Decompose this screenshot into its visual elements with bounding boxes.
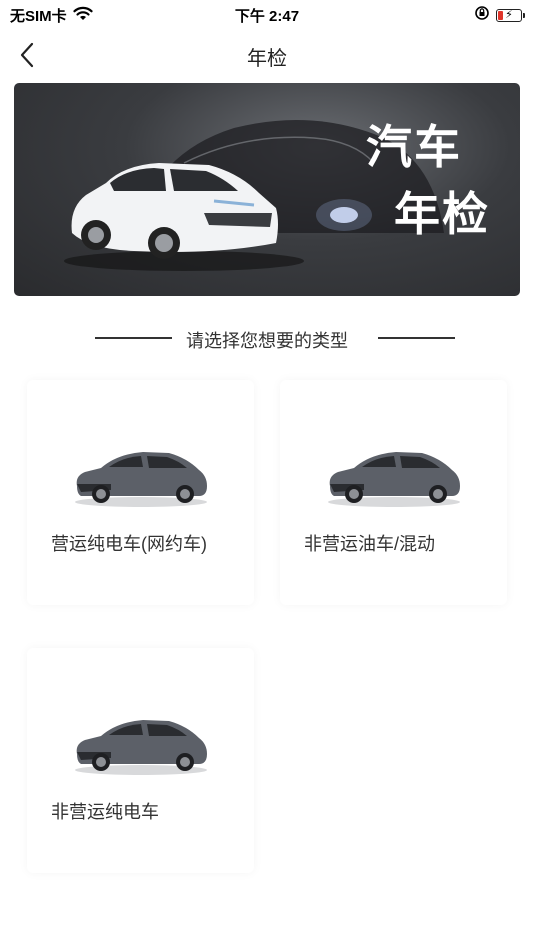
page-title: 年检 xyxy=(247,48,287,70)
type-select-header: 请选择您想要的类型 xyxy=(0,325,534,351)
battery-icon: ⚡ xyxy=(496,9,525,22)
status-right: ⚡ xyxy=(474,5,525,26)
charging-bolt-icon: ⚡ xyxy=(505,9,513,21)
status-time: 下午 2:47 xyxy=(234,8,300,25)
orientation-lock-icon xyxy=(474,5,490,26)
banner-title-line-2: 年检 xyxy=(394,188,490,240)
vehicle-type-card-private-fuel-hybrid[interactable]: 非营运油车/混动 xyxy=(280,380,507,605)
status-bar: 无SIM卡 下午 2:47 ⚡ xyxy=(0,0,534,30)
divider-right xyxy=(378,337,455,339)
card-label: 非营运油车/混动 xyxy=(304,534,436,554)
annual-inspection-banner: 汽车 年检 xyxy=(14,83,520,296)
card-label: 非营运纯电车 xyxy=(51,802,159,822)
car-image xyxy=(75,720,208,775)
vehicle-type-card-commercial-ev[interactable]: 营运纯电车(网约车) xyxy=(27,380,254,605)
car-image xyxy=(75,452,208,507)
banner-title-line-1: 汽车 xyxy=(366,121,462,173)
navigation-bar: 年检 xyxy=(0,30,534,80)
card-label: 营运纯电车(网约车) xyxy=(51,534,207,554)
car-image xyxy=(328,452,460,507)
type-select-prompt: 请选择您想要的类型 xyxy=(186,331,348,351)
vehicle-type-card-private-ev[interactable]: 非营运纯电车 xyxy=(27,648,254,873)
